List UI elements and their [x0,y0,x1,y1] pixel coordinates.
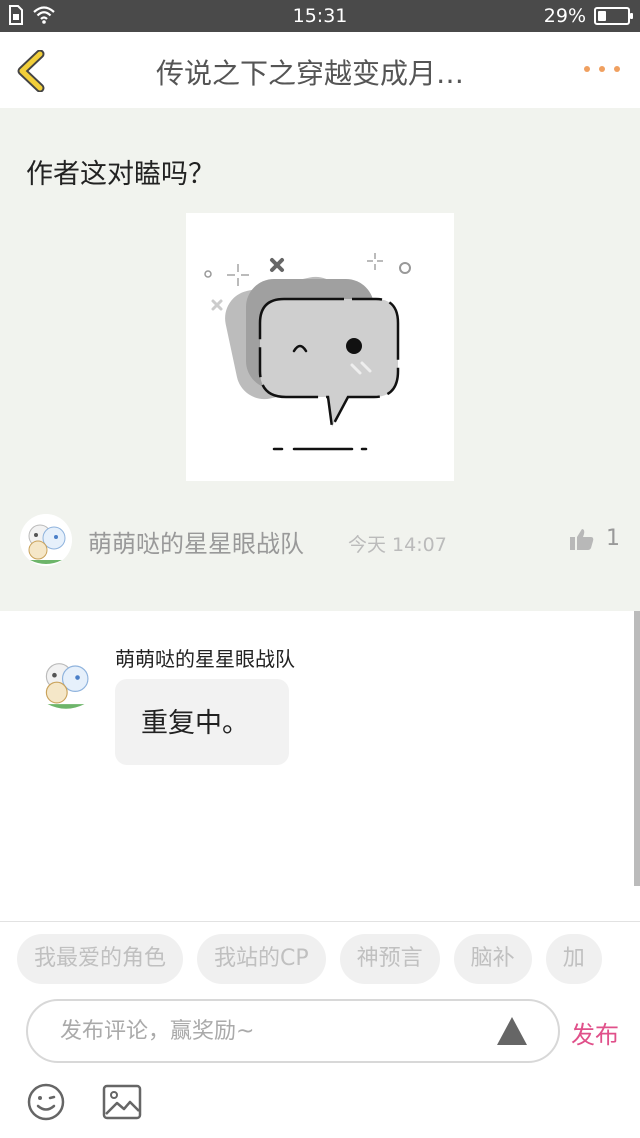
post-author-name[interactable]: 萌萌哒的星星眼战队 [88,524,304,559]
post-image[interactable] [186,213,454,481]
post-timestamp: 今天 14:07 [348,534,447,556]
title-bar: 传说之下之穿越变成月… [0,32,640,108]
image-icon[interactable] [102,1084,142,1120]
post-author-row: 萌萌哒的星星眼战队 今天 14:07 1 [20,514,630,570]
quick-tag[interactable]: 加 [545,934,602,984]
battery-fill [598,11,606,21]
author-avatar[interactable] [20,514,72,566]
battery-percent: 29% [543,5,586,27]
more-options-button[interactable] [584,58,620,80]
reply-message-bubble[interactable]: 重复中。 [115,679,289,765]
reply-item: 萌萌哒的星星眼战队 重复中。 [0,611,640,921]
comment-bar: 我最爱的角色 我站的CP 神预言 脑补加 发布 [0,921,640,1138]
status-icons-right: 29% [543,5,633,27]
thumbs-up-icon [570,528,594,550]
scrollbar[interactable] [634,611,640,886]
more-dots-icon [614,66,620,72]
like-count: 1 [606,526,620,551]
chevron-left-icon [17,49,45,93]
emoji-icon[interactable] [26,1082,66,1122]
avatar-image-icon [20,514,72,566]
page-title: 传说之下之穿越变成月… [155,57,464,90]
like-button[interactable]: 1 [570,526,620,551]
publish-button[interactable]: 发布 [571,1015,619,1050]
post-card: 作者这对瞌吗？ 萌萌哒的星星眼战队 今天 14:07 1 [0,108,640,611]
quick-tag[interactable]: 神预言 [339,934,440,984]
quick-tags: 我最爱的角色 我站的CP 神预言 脑补加 [17,934,640,986]
comment-input[interactable] [60,1013,480,1049]
reply-author-name[interactable]: 萌萌哒的星星眼战队 [115,643,295,672]
quick-tag[interactable]: 我站的CP [197,934,326,984]
back-button[interactable] [14,49,54,93]
quick-tag[interactable]: 我最爱的角色 [17,934,184,984]
avatar-image-icon [36,651,96,711]
post-text: 作者这对瞌吗？ [26,159,215,190]
empty-comment-placeholder-icon [204,253,411,451]
battery-icon [594,7,633,25]
comment-input-box[interactable] [26,999,560,1063]
quick-tag[interactable]: 脑补 [453,934,532,984]
reply-avatar[interactable] [36,651,96,711]
more-dots-icon [599,66,605,72]
status-bar: 15:31 29% [0,0,640,32]
triangle-up-icon[interactable] [496,1015,528,1047]
more-dots-icon [584,66,590,72]
